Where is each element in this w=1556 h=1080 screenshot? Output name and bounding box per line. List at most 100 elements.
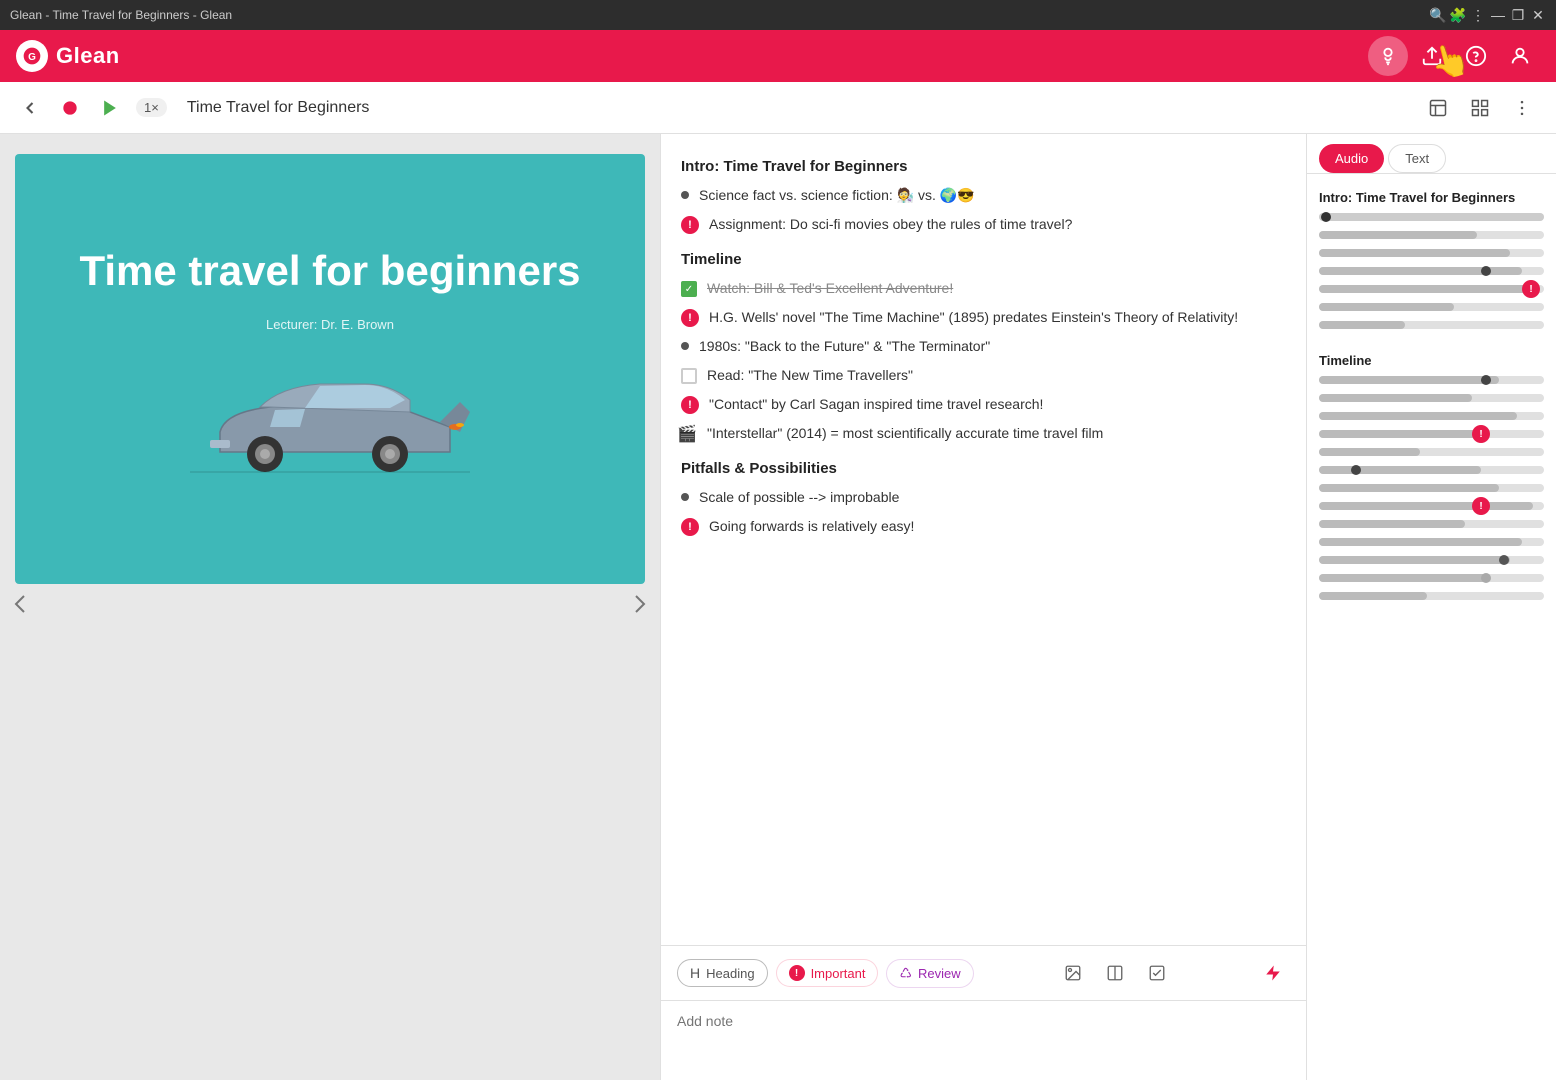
minimize-button[interactable]: — <box>1490 7 1506 23</box>
notes-content: Intro: Time Travel for Beginners Science… <box>661 134 1306 945</box>
wf-track[interactable]: ! <box>1319 502 1544 510</box>
wf-section-timeline: Timeline <box>1319 353 1544 368</box>
user-button[interactable] <box>1500 36 1540 76</box>
wf-track[interactable] <box>1319 556 1544 564</box>
notes-toolbar: H Heading ! Important ♺ Review <box>661 945 1306 1000</box>
split-tool-button[interactable] <box>1098 956 1132 990</box>
note-text: Going forwards is relatively easy! <box>709 516 914 537</box>
note-item: 1980s: "Back to the Future" & "The Termi… <box>681 336 1286 357</box>
bullet-icon <box>681 342 689 350</box>
close-button[interactable]: ✕ <box>1530 7 1546 23</box>
wf-track[interactable] <box>1319 484 1544 492</box>
note-text: 1980s: "Back to the Future" & "The Termi… <box>699 336 990 357</box>
wf-track[interactable] <box>1319 574 1544 582</box>
wf-track[interactable] <box>1319 321 1544 329</box>
speed-badge[interactable]: 1× <box>136 98 167 117</box>
top-nav-right <box>1368 36 1540 76</box>
note-text: Science fact vs. science fiction: 🧑‍🔬 vs… <box>699 185 975 206</box>
note-item: ! H.G. Wells' novel "The Time Machine" (… <box>681 307 1286 328</box>
wf-track[interactable] <box>1319 520 1544 528</box>
search-button[interactable]: 🔍 <box>1430 7 1446 23</box>
doc-title: Time Travel for Beginners <box>187 99 1408 117</box>
wf-track[interactable]: ! <box>1319 430 1544 438</box>
note-text: "Interstellar" (2014) = most scientifica… <box>707 423 1103 444</box>
notes-view-button[interactable] <box>1420 90 1456 126</box>
note-item: ! Going forwards is relatively easy! <box>681 516 1286 537</box>
tabs-header: Audio Text <box>1307 134 1556 174</box>
wf-track[interactable] <box>1319 376 1544 384</box>
wf-track[interactable] <box>1319 412 1544 420</box>
add-note-input[interactable] <box>677 1013 1290 1063</box>
slide-lecturer: Lecturer: Dr. E. Brown <box>266 317 394 332</box>
notes-panel: Intro: Time Travel for Beginners Science… <box>660 134 1306 1080</box>
important-icon: ! <box>681 309 699 327</box>
wf-section-intro: Intro: Time Travel for Beginners <box>1319 190 1544 205</box>
review-label: Review <box>918 966 961 981</box>
wf-track[interactable] <box>1319 592 1544 600</box>
note-text: Watch: Bill & Ted's Excellent Adventure! <box>707 278 953 299</box>
title-bar: Glean - Time Travel for Beginners - Glea… <box>0 0 1556 30</box>
play-button[interactable] <box>96 94 124 122</box>
note-text: Scale of possible --> improbable <box>699 487 899 508</box>
review-icon: ♺ <box>899 965 912 982</box>
checkbox-tool-button[interactable] <box>1140 956 1174 990</box>
note-text: H.G. Wells' novel "The Time Machine" (18… <box>709 307 1238 328</box>
image-tool-button[interactable] <box>1056 956 1090 990</box>
flash-tool-button[interactable] <box>1256 956 1290 990</box>
prev-slide-button[interactable] <box>4 584 36 630</box>
bullet-icon: 🎬 <box>681 429 689 437</box>
wf-track[interactable]: ! <box>1319 285 1544 293</box>
important-icon: ! <box>681 396 699 414</box>
note-item: 🎬 "Interstellar" (2014) = most scientifi… <box>681 423 1286 444</box>
upload-button[interactable] <box>1412 36 1452 76</box>
note-item: Scale of possible --> improbable <box>681 487 1286 508</box>
layout-button[interactable] <box>1462 90 1498 126</box>
note-text: Read: "The New Time Travellers" <box>707 365 913 386</box>
bullet-icon <box>681 191 689 199</box>
wf-track[interactable] <box>1319 303 1544 311</box>
important-tag-button[interactable]: ! Important <box>776 959 879 987</box>
wf-track[interactable] <box>1319 448 1544 456</box>
wf-track[interactable] <box>1319 231 1544 239</box>
heading-label: Heading <box>706 966 754 981</box>
wf-track[interactable] <box>1319 538 1544 546</box>
maximize-button[interactable]: ❐ <box>1510 7 1526 23</box>
note-item: ✓ Watch: Bill & Ted's Excellent Adventur… <box>681 278 1286 299</box>
review-tag-button[interactable]: ♺ Review <box>886 959 973 988</box>
logo-icon: G <box>16 40 48 72</box>
svg-text:G: G <box>28 52 36 63</box>
wf-track[interactable] <box>1319 394 1544 402</box>
section-heading-timeline: Timeline <box>681 251 1286 268</box>
next-slide-button[interactable] <box>624 584 656 630</box>
logo-area: G Glean <box>16 40 120 72</box>
wf-track[interactable] <box>1319 267 1544 275</box>
wf-track[interactable] <box>1319 249 1544 257</box>
menu-button[interactable]: ⋮ <box>1470 7 1486 23</box>
audio-tab[interactable]: Audio <box>1319 144 1384 173</box>
checkbox-checked-icon[interactable]: ✓ <box>681 281 697 297</box>
section-heading-pitfalls: Pitfalls & Possibilities <box>681 460 1286 477</box>
bullet-icon <box>681 493 689 501</box>
checkbox-icon[interactable] <box>681 368 697 384</box>
toolbar: 1× Time Travel for Beginners <box>0 82 1556 134</box>
important-icon: ! <box>681 216 699 234</box>
heading-icon: H <box>690 965 700 981</box>
top-nav: G Glean <box>0 30 1556 82</box>
text-tab[interactable]: Text <box>1388 144 1446 173</box>
note-item: Read: "The New Time Travellers" <box>681 365 1286 386</box>
help-button[interactable] <box>1456 36 1496 76</box>
important-icon: ! <box>681 518 699 536</box>
wf-track[interactable] <box>1319 466 1544 474</box>
record-button[interactable] <box>56 94 84 122</box>
more-button[interactable] <box>1504 90 1540 126</box>
wf-track[interactable] <box>1319 213 1544 221</box>
note-item: Science fact vs. science fiction: 🧑‍🔬 vs… <box>681 185 1286 206</box>
bulb-button[interactable] <box>1368 36 1408 76</box>
extension-button[interactable]: 🧩 <box>1450 7 1466 23</box>
heading-tag-button[interactable]: H Heading <box>677 959 768 987</box>
slide-title: Time travel for beginners <box>79 246 580 296</box>
important-label: Important <box>811 966 866 981</box>
important-tag-icon: ! <box>789 965 805 981</box>
back-button[interactable] <box>16 94 44 122</box>
logo-text: Glean <box>56 43 120 69</box>
